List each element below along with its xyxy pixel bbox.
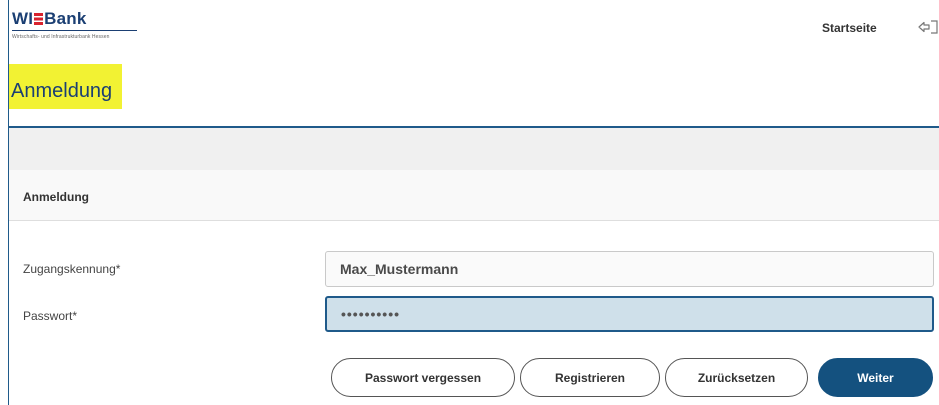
forgot-password-button[interactable]: Passwort vergessen bbox=[331, 358, 515, 397]
password-input[interactable] bbox=[325, 296, 934, 332]
logo-brand-prefix: WI bbox=[12, 9, 34, 28]
page-title: Anmeldung bbox=[11, 80, 113, 102]
logo-brand: WI Bank bbox=[12, 10, 142, 28]
section-title: Anmeldung bbox=[23, 190, 89, 204]
username-label: Zugangskennung* bbox=[23, 262, 121, 276]
logo-brand-suffix: Bank bbox=[44, 9, 87, 28]
grey-band bbox=[9, 128, 939, 170]
logo-underline bbox=[12, 30, 137, 31]
home-link[interactable]: Startseite bbox=[822, 21, 877, 35]
section-header: Anmeldung bbox=[9, 170, 939, 221]
wibank-logo[interactable]: WI Bank Wirtschafts- und Infrastrukturban… bbox=[12, 10, 142, 50]
next-button[interactable]: Weiter bbox=[818, 358, 933, 397]
reset-button[interactable]: Zurücksetzen bbox=[665, 358, 808, 397]
logo-tagline: Wirtschafts- und Infrastrukturbank Hesse… bbox=[12, 34, 110, 40]
register-button[interactable]: Registrieren bbox=[520, 358, 660, 397]
logo-bars-icon bbox=[34, 13, 44, 25]
logout-icon[interactable] bbox=[917, 19, 939, 35]
page-header: WI Bank Wirtschafts- und Infrastrukturban… bbox=[9, 0, 939, 128]
page-frame: WI Bank Wirtschafts- und Infrastrukturban… bbox=[8, 0, 939, 405]
password-label: Passwort* bbox=[23, 309, 78, 323]
username-input[interactable] bbox=[325, 251, 934, 287]
